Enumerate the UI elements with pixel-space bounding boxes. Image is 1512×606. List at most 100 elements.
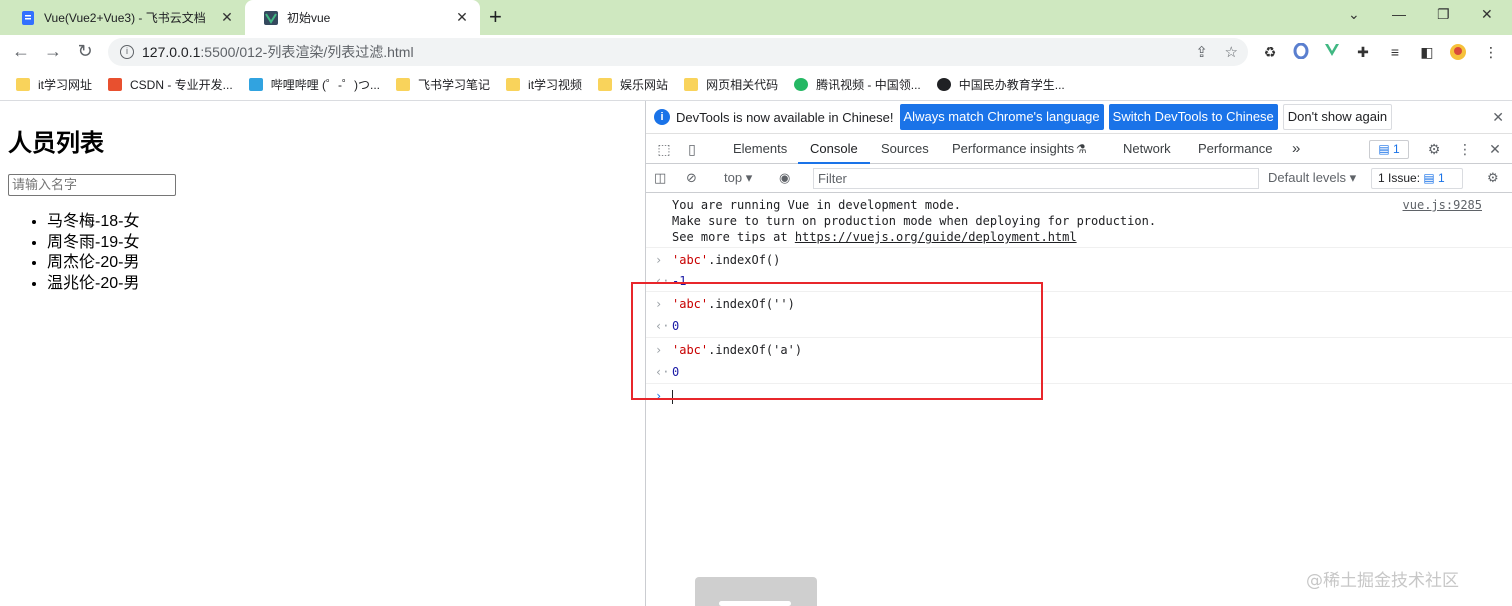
close-tab-icon[interactable]: ✕	[219, 9, 235, 26]
message-line: Make sure to turn on production mode whe…	[672, 214, 1157, 228]
tab-search-icon[interactable]: ⌄	[1348, 6, 1360, 23]
restore-icon[interactable]: ❐	[1437, 6, 1450, 23]
devtools-menu-icon[interactable]: ⋮	[1456, 140, 1474, 158]
code-string: 'abc'	[672, 253, 709, 267]
settings-gear-icon[interactable]: ⚙	[1425, 140, 1443, 158]
tab-strip: Vue(Vue2+Vue3) - 飞书云文档 ✕ 初始vue ✕ + ⌄ — ❐…	[0, 0, 1512, 35]
language-banner: i DevTools is now available in Chinese! …	[646, 101, 1512, 134]
switch-chinese-button[interactable]: Switch DevTools to Chinese	[1108, 104, 1278, 130]
share-icon[interactable]: ⇪	[1195, 43, 1208, 61]
tab-network[interactable]: Network	[1123, 134, 1171, 164]
browser-toolbar: ← → ↻ i 127.0.0.1:5500/012-列表渲染/列表过滤.htm…	[0, 35, 1512, 68]
profile-avatar[interactable]	[1449, 43, 1467, 61]
new-tab-button[interactable]: +	[489, 5, 502, 29]
vue-devtools-icon[interactable]	[1323, 43, 1341, 61]
tab-performance[interactable]: Performance	[1198, 134, 1272, 164]
url-text: 127.0.0.1:5500/012-列表渲染/列表过滤.html	[142, 44, 414, 60]
bookmark-item[interactable]: 哔哩哔哩 (゜-゜)つ...	[248, 76, 380, 93]
deployment-link[interactable]: https://vuejs.org/guide/deployment.html	[795, 230, 1077, 244]
console-filter-input[interactable]: Filter	[813, 168, 1259, 189]
tab-performance-insights[interactable]: Performance insights	[952, 134, 1074, 164]
live-expression-eye-icon[interactable]: ◉	[779, 169, 790, 187]
forward-icon[interactable]: →	[41, 40, 65, 64]
csdn-icon	[108, 77, 123, 91]
input-chevron-icon: ›	[655, 253, 663, 267]
code-text: .indexOf('a')	[708, 343, 803, 357]
context-selector[interactable]: top ▾	[724, 169, 752, 187]
opera-extension-icon[interactable]	[1292, 42, 1310, 61]
issues-button[interactable]: 1 Issue: ▤ 1	[1371, 168, 1463, 189]
bookmark-star-icon[interactable]: ☆	[1225, 43, 1238, 61]
folder-icon	[396, 77, 411, 91]
name-search-input[interactable]: 请输入名字	[8, 174, 176, 196]
tab-sources[interactable]: Sources	[881, 134, 929, 164]
banner-message: DevTools is now available in Chinese!	[676, 109, 894, 125]
match-language-button[interactable]: Always match Chrome's language	[899, 104, 1104, 130]
bilibili-icon	[248, 77, 263, 91]
sidebar-toggle-icon[interactable]: ◫	[654, 169, 666, 187]
log-levels-dropdown[interactable]: Default levels ▾	[1268, 169, 1356, 187]
device-toolbar-icon[interactable]: ▯	[683, 140, 701, 158]
messages-badge[interactable]: ▤ 1	[1369, 140, 1409, 159]
info-icon: i	[654, 109, 670, 125]
overlay-handle	[695, 577, 817, 606]
code-string: 'abc'	[672, 297, 709, 311]
reading-list-icon[interactable]: ≡	[1386, 43, 1404, 61]
more-tabs-icon[interactable]: »	[1292, 134, 1300, 164]
clear-console-icon[interactable]: ⊘	[686, 169, 697, 187]
side-panel-icon[interactable]: ◧	[1418, 43, 1436, 61]
bookmark-item[interactable]: CSDN - 专业开发...	[108, 76, 233, 93]
devtools-tabbar: ⬚ ▯ Elements Console Sources Performance…	[646, 134, 1512, 164]
input-chevron-icon: ›	[655, 343, 663, 357]
bookmark-item[interactable]: 飞书学习笔记	[396, 76, 490, 93]
close-tab-icon[interactable]: ✕	[454, 9, 470, 26]
bookmark-item[interactable]: 腾讯视频 - 中国领...	[794, 76, 921, 93]
console-input-row: › 'abc'.indexOf()	[646, 248, 1512, 270]
code-string: 'abc'	[672, 343, 709, 357]
bookmark-item[interactable]: 娱乐网站	[598, 76, 668, 93]
close-window-icon[interactable]: ✕	[1481, 6, 1493, 23]
doc-icon	[20, 10, 36, 26]
inspect-element-icon[interactable]: ⬚	[655, 140, 673, 158]
close-devtools-icon[interactable]: ✕	[1486, 140, 1504, 158]
console-input-row: › 'abc'.indexOf('')	[646, 292, 1512, 314]
minimize-icon[interactable]: —	[1392, 6, 1406, 22]
browser-tab-feishu[interactable]: Vue(Vue2+Vue3) - 飞书云文档 ✕	[2, 0, 245, 35]
globe-icon	[936, 77, 951, 91]
back-icon[interactable]: ←	[9, 40, 33, 64]
devtools-panel: i DevTools is now available in Chinese! …	[645, 101, 1512, 606]
folder-icon	[506, 77, 521, 91]
watermark: @稀土掘金技术社区	[1306, 571, 1459, 591]
page-viewport: 人员列表 请输入名字 马冬梅-18-女 周冬雨-19-女 周杰伦-20-男 温兆…	[0, 101, 645, 606]
result-value: 0	[672, 365, 680, 379]
bookmark-item[interactable]: it学习网址	[16, 76, 92, 93]
code-text: .indexOf('')	[708, 297, 795, 311]
recycle-extension-icon[interactable]: ♻	[1261, 43, 1279, 61]
console-prompt[interactable]: ›	[646, 384, 1512, 404]
input-chevron-icon: ›	[655, 297, 663, 311]
extensions-puzzle-icon[interactable]: ✚	[1354, 43, 1372, 61]
menu-kebab-icon[interactable]: ⋮	[1482, 43, 1500, 61]
result-value: -1	[672, 274, 687, 288]
dont-show-again-button[interactable]: Don't show again	[1282, 104, 1393, 130]
site-info-icon[interactable]: i	[120, 45, 134, 59]
result-value: 0	[672, 319, 680, 333]
browser-tab-vue[interactable]: 初始vue ✕	[245, 0, 480, 35]
address-bar[interactable]: i 127.0.0.1:5500/012-列表渲染/列表过滤.html ⇪ ☆	[108, 38, 1248, 66]
message-line: See more tips at https://vuejs.org/guide…	[672, 230, 1077, 244]
tab-title: Vue(Vue2+Vue3) - 飞书云文档	[44, 11, 206, 25]
folder-icon	[16, 77, 30, 91]
bookmark-item[interactable]: 中国民办教育学生...	[936, 76, 1065, 93]
result-arrow-icon: ‹·	[655, 319, 670, 333]
source-link[interactable]: vue.js:9285	[1403, 197, 1482, 213]
bookmark-item[interactable]: it学习视频	[506, 76, 582, 93]
result-arrow-icon: ‹·	[655, 365, 670, 379]
console-settings-icon[interactable]: ⚙	[1487, 169, 1499, 187]
message-line: You are running Vue in development mode.	[672, 198, 961, 212]
tab-console[interactable]: Console	[798, 134, 870, 164]
result-arrow-icon: ‹·	[655, 274, 670, 288]
bookmark-item[interactable]: 网页相关代码	[684, 76, 778, 93]
reload-icon[interactable]: ↻	[73, 40, 97, 64]
close-icon[interactable]: ✕	[1492, 109, 1504, 126]
tab-elements[interactable]: Elements	[733, 134, 787, 164]
